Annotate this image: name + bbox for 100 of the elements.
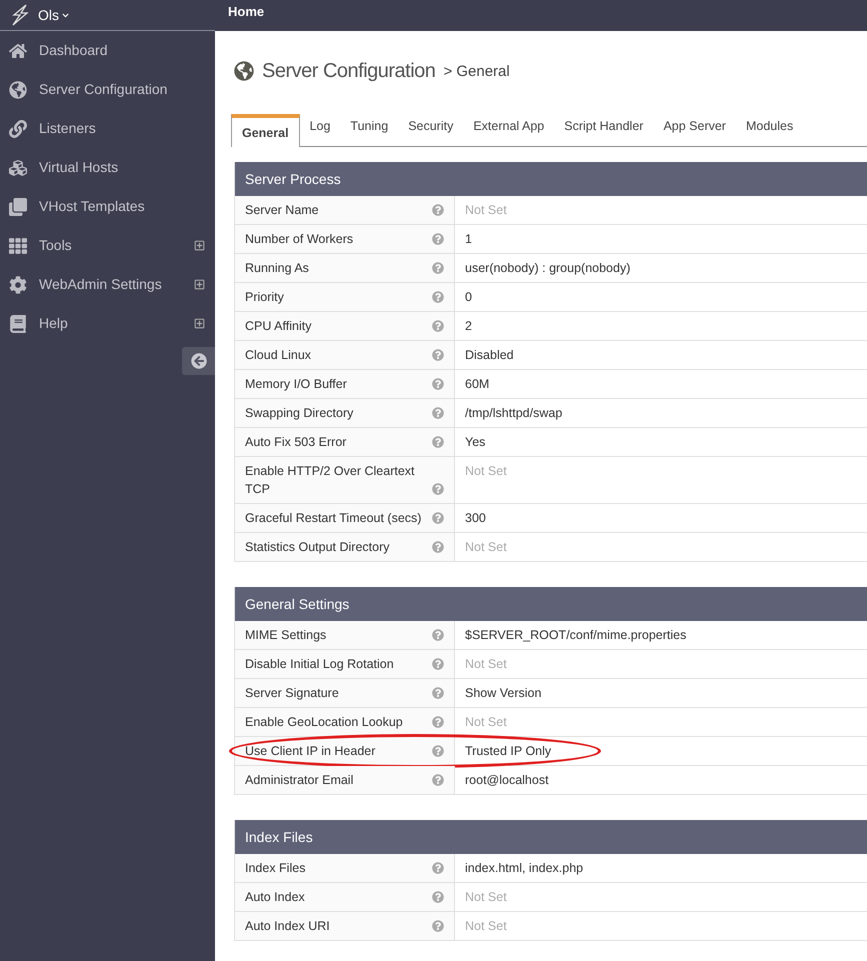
help-icon[interactable]	[432, 262, 444, 274]
sidebar-label: Help	[39, 314, 69, 333]
help-icon[interactable]	[432, 378, 444, 390]
chevron-down-icon	[62, 12, 69, 18]
setting-value: root@localhost	[465, 772, 549, 789]
sidebar-label: Server Configuration	[39, 80, 168, 99]
setting-value: user(nobody) : group(nobody)	[465, 260, 630, 277]
setting-value: Not Set	[465, 918, 507, 935]
help-icon[interactable]	[432, 407, 444, 419]
setting-label: Use Client IP in Header	[245, 743, 376, 760]
help-icon[interactable]	[432, 716, 444, 728]
setting-label: Running As	[245, 260, 309, 277]
breadcrumb-link[interactable]: Home	[228, 2, 264, 22]
help-icon[interactable]	[432, 291, 444, 303]
setting-value: Trusted IP Only	[465, 743, 552, 760]
help-icon[interactable]	[432, 483, 444, 495]
section-header: General Settings	[235, 587, 867, 621]
setting-label: MIME Settings	[245, 627, 326, 644]
setting-label: CPU Affinity	[245, 318, 312, 335]
arrow-left-icon	[190, 353, 206, 369]
setting-label: Administrator Email	[245, 772, 354, 789]
sidebar-item[interactable]: VHost Templates	[0, 187, 215, 226]
setting-value: Not Set	[465, 463, 507, 480]
setting-label: Swapping Directory	[245, 405, 354, 422]
section-header: Server Process	[235, 162, 867, 196]
section-header: Index Files	[235, 820, 867, 854]
sidebar-label: Dashboard	[39, 41, 108, 60]
setting-label: Cloud Linux	[245, 347, 312, 364]
collapse-sidebar-button[interactable]	[182, 347, 215, 375]
page-title: Server Configuration	[262, 59, 436, 84]
help-icon[interactable]	[432, 512, 444, 524]
setting-label: Memory I/O Buffer	[245, 376, 347, 393]
help-icon[interactable]	[432, 862, 444, 874]
home-icon	[9, 42, 27, 60]
page-subtitle: > General	[443, 62, 510, 82]
tab[interactable]: Modules	[736, 116, 804, 146]
setting-value: Not Set	[465, 889, 507, 906]
sidebar-label: Virtual Hosts	[39, 158, 120, 177]
grid-icon	[9, 236, 27, 254]
setting-value: $SERVER_ROOT/conf/mime.properties	[465, 627, 686, 644]
tab[interactable]: Tuning	[340, 116, 398, 146]
setting-value: Yes	[465, 434, 486, 451]
help-icon[interactable]	[432, 436, 444, 448]
globe-icon	[234, 61, 254, 81]
sidebar-item[interactable]: Tools	[0, 226, 215, 265]
sidebar-item[interactable]: Virtual Hosts	[0, 148, 215, 187]
help-icon[interactable]	[432, 891, 444, 903]
settings-icon	[9, 276, 27, 294]
sidebar-item[interactable]: WebAdmin Settings	[0, 265, 215, 304]
sidebar-label: Tools	[39, 236, 73, 255]
sidebar-item[interactable]: Server Configuration	[0, 70, 215, 109]
setting-value: /tmp/lshttpd/swap	[465, 405, 562, 422]
help-icon[interactable]	[432, 349, 444, 361]
setting-value: Show Version	[465, 685, 542, 702]
help-icon[interactable]	[432, 920, 444, 932]
setting-label: Server Signature	[245, 685, 339, 702]
help-icon[interactable]	[432, 687, 444, 699]
tab[interactable]: General	[231, 114, 300, 147]
setting-value: Disabled	[465, 347, 514, 364]
setting-value: 0	[465, 289, 472, 306]
help-icon[interactable]	[432, 541, 444, 553]
cubes-icon	[9, 158, 27, 176]
sidebar-item[interactable]: Help	[0, 304, 215, 343]
sidebar-item[interactable]: Listeners	[0, 109, 215, 148]
tab[interactable]: Security	[398, 116, 464, 146]
tab[interactable]: External App	[463, 116, 554, 146]
help-icon[interactable]	[432, 774, 444, 786]
sidebar-label: VHost Templates	[39, 197, 146, 216]
copy-icon	[9, 198, 27, 216]
setting-label: Statistics Output Directory	[245, 539, 390, 556]
setting-label: Auto Fix 503 Error	[245, 434, 346, 451]
setting-value: Not Set	[465, 714, 507, 731]
help-icon[interactable]	[432, 204, 444, 216]
help-icon[interactable]	[432, 629, 444, 641]
help-icon[interactable]	[432, 233, 444, 245]
tab[interactable]: App Server	[653, 116, 736, 146]
help-icon[interactable]	[432, 320, 444, 332]
expand-icon[interactable]	[194, 240, 205, 251]
expand-icon[interactable]	[194, 279, 205, 290]
setting-label: Enable HTTP/2 Over Cleartext TCP	[245, 463, 416, 498]
setting-label: Number of Workers	[245, 231, 354, 248]
tab[interactable]: Script Handler	[554, 116, 654, 146]
help-icon[interactable]	[432, 745, 444, 757]
setting-value: 2	[465, 318, 472, 335]
setting-label: Priority	[245, 289, 284, 306]
setting-label: Graceful Restart Timeout (secs)	[245, 510, 422, 527]
setting-value: Not Set	[465, 539, 507, 556]
setting-label: Auto Index URI	[245, 918, 330, 935]
sidebar-label: WebAdmin Settings	[39, 275, 163, 294]
expand-icon[interactable]	[194, 318, 205, 329]
server-dropdown[interactable]: Ols	[38, 4, 69, 26]
setting-label: Index Files	[245, 860, 306, 877]
setting-label: Server Name	[245, 202, 319, 219]
setting-value: 1	[465, 231, 472, 248]
help-icon[interactable]	[432, 658, 444, 670]
setting-value: index.html, index.php	[465, 860, 584, 877]
tab[interactable]: Log	[300, 116, 340, 146]
setting-value: 60M	[465, 376, 490, 393]
lightning-logo-icon	[10, 4, 30, 26]
sidebar-item[interactable]: Dashboard	[0, 31, 215, 70]
